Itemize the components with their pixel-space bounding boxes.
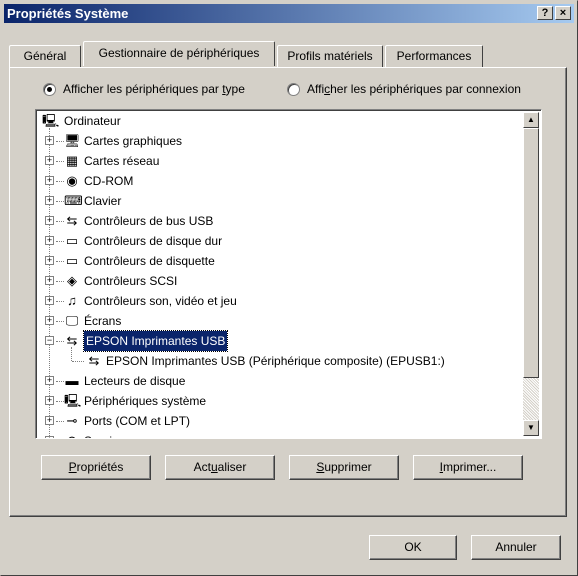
- title-bar[interactable]: Propriétés Système ? ×: [4, 4, 574, 23]
- radio-by-connection-label[interactable]: Afficher les périphériques par connexion: [307, 82, 521, 96]
- mouse-icon: ⊙: [64, 433, 80, 438]
- usb-printer-icon: ⇆: [66, 333, 78, 348]
- floppy-controller-icon: ▭: [65, 253, 79, 268]
- keyboard-icon: ⌨: [64, 193, 83, 208]
- device-tree[interactable]: 🖳 Ordinateur + 🖥 Cartes graphiques + ▦ Cartes…: [35, 109, 542, 439]
- cancel-button[interactable]: Annuler: [471, 535, 561, 560]
- tree-item-label: Contrôleurs SCSI: [84, 274, 178, 288]
- window-title: Propriétés Système: [7, 6, 129, 21]
- scroll-thumb[interactable]: [523, 128, 539, 378]
- tree-connector: [56, 301, 64, 302]
- monitor-icon: 🖥: [64, 133, 81, 148]
- tree-connector: [56, 321, 64, 322]
- radio-by-type-label[interactable]: Afficher les périphériques par type: [63, 82, 245, 96]
- cdrom-icon: ◉: [66, 173, 78, 188]
- tree-item-label: Contrôleurs de disque dur: [84, 234, 223, 248]
- tab-device-manager[interactable]: Gestionnaire de périphériques: [83, 41, 275, 66]
- tab-performance[interactable]: Performances: [385, 45, 483, 67]
- tree-connector: [56, 281, 64, 282]
- tree-item-label: EPSON Imprimantes USB: [82, 330, 229, 352]
- tab-hardware-profiles[interactable]: Profils matériels: [277, 45, 383, 67]
- tree-root-label: Ordinateur: [64, 114, 121, 128]
- tree-connector: [56, 181, 64, 182]
- tree-connector: [56, 261, 64, 262]
- scroll-up-arrow-icon[interactable]: ▲: [523, 112, 539, 128]
- expand-icon[interactable]: +: [45, 316, 54, 325]
- scsi-icon: ◈: [67, 273, 77, 288]
- expand-icon[interactable]: +: [45, 376, 54, 385]
- tree-connector: [56, 161, 64, 162]
- tree-connector: [71, 347, 72, 361]
- tab-general[interactable]: Général: [9, 45, 81, 67]
- tree-connector: [72, 361, 84, 362]
- refresh-button[interactable]: Actualiser: [165, 455, 275, 480]
- system-device-icon: 🖳: [64, 393, 82, 408]
- expand-icon[interactable]: +: [45, 196, 54, 205]
- tree-connector: [56, 241, 64, 242]
- collapse-icon[interactable]: −: [45, 336, 54, 345]
- tree-connector: [56, 141, 64, 142]
- hard-disk-icon: ▭: [65, 233, 79, 248]
- tree-child-label: EPSON Imprimantes USB (Périphérique comp…: [106, 354, 445, 368]
- port-icon: ⊸: [66, 413, 78, 428]
- tree-connector: [56, 201, 64, 202]
- tree-item-label: Périphériques système: [84, 394, 207, 408]
- tree-item-label: Cartes réseau: [84, 154, 160, 168]
- disk-drive-icon: ▬: [65, 373, 79, 388]
- properties-button[interactable]: Propriétés: [41, 455, 151, 480]
- expand-icon[interactable]: +: [45, 156, 54, 165]
- tree-connector: [56, 221, 64, 222]
- expand-icon[interactable]: +: [45, 416, 54, 425]
- expand-icon[interactable]: +: [45, 436, 54, 438]
- network-card-icon: ▦: [65, 153, 79, 168]
- radio-by-type[interactable]: [43, 83, 56, 96]
- ok-button[interactable]: OK: [369, 535, 457, 560]
- tree-item-label: CD-ROM: [84, 174, 134, 188]
- expand-icon[interactable]: +: [45, 276, 54, 285]
- tree-connector: [56, 341, 64, 342]
- tree-item-label: Contrôleurs son, vidéo et jeu: [84, 294, 237, 308]
- tree-item-label: Contrôleurs de disquette: [84, 254, 215, 268]
- computer-icon: 🖳: [42, 113, 60, 128]
- tree-item-label: Ports (COM et LPT): [84, 414, 191, 428]
- expand-icon[interactable]: +: [45, 396, 54, 405]
- tree-connector: [56, 381, 64, 382]
- expand-icon[interactable]: +: [45, 136, 54, 145]
- expand-icon[interactable]: +: [45, 236, 54, 245]
- close-button[interactable]: ×: [555, 6, 571, 20]
- tree-connector: [56, 401, 64, 402]
- tree-item-label: Clavier: [84, 194, 122, 208]
- display-icon: 🖵: [65, 313, 79, 328]
- usb-icon: ⇆: [66, 213, 78, 228]
- tree-scrollbar[interactable]: ▲ ▼: [523, 112, 539, 436]
- tree-item-label: Cartes graphiques: [84, 134, 183, 148]
- scroll-down-arrow-icon[interactable]: ▼: [523, 420, 539, 436]
- expand-icon[interactable]: +: [45, 176, 54, 185]
- usb-composite-icon: ⇆: [88, 353, 100, 368]
- tree-connector: [56, 421, 64, 422]
- remove-button[interactable]: Supprimer: [289, 455, 399, 480]
- expand-icon[interactable]: +: [45, 256, 54, 265]
- tree-item-label: Lecteurs de disque: [84, 374, 186, 388]
- expand-icon[interactable]: +: [45, 216, 54, 225]
- tree-item-label: Écrans: [84, 314, 122, 328]
- sound-icon: ♫: [67, 293, 77, 308]
- radio-by-connection[interactable]: [287, 83, 300, 96]
- tree-item-label: Contrôleurs de bus USB: [84, 214, 214, 228]
- tree-item-label: Souris: [84, 431, 118, 438]
- system-properties-window: Propriétés Système ? × Général Gestionna…: [0, 0, 578, 576]
- help-button[interactable]: ?: [537, 6, 553, 20]
- print-button[interactable]: Imprimer...: [413, 455, 523, 480]
- expand-icon[interactable]: +: [45, 296, 54, 305]
